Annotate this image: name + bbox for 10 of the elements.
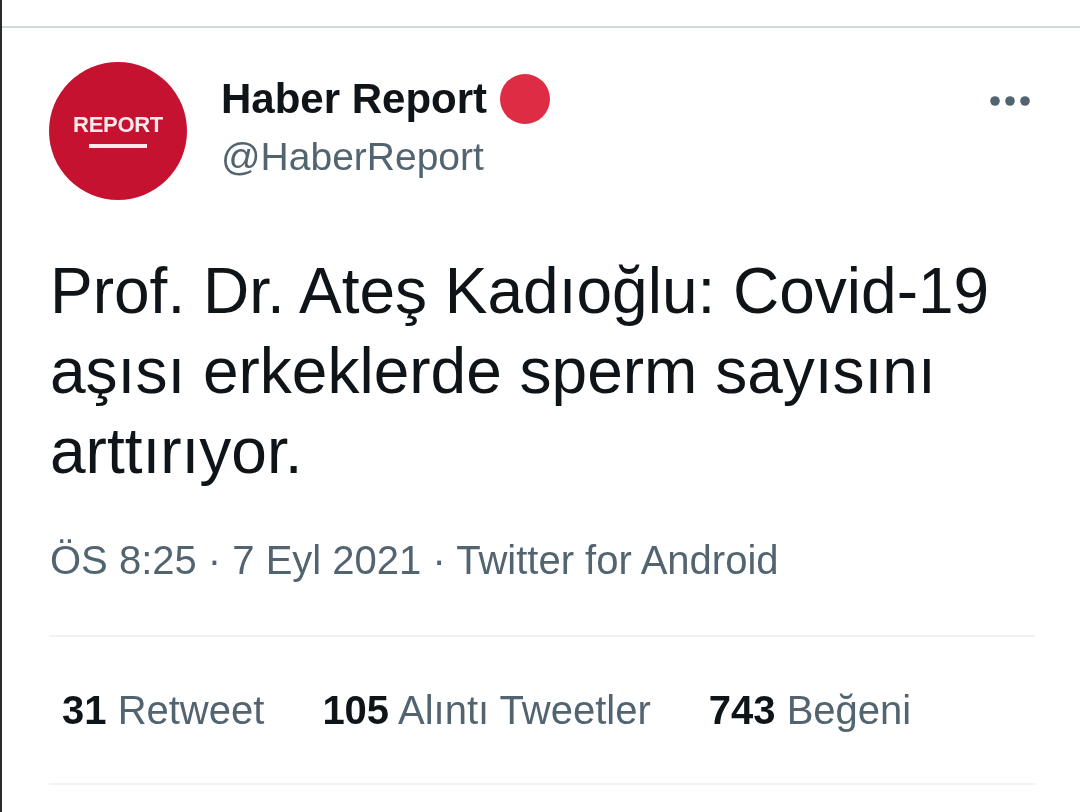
more-icon[interactable] <box>990 96 1030 106</box>
stat-link[interactable]: 743 Beğeni <box>708 686 912 734</box>
stat-link[interactable]: 105 Alıntı Tweetler <box>322 686 651 734</box>
author-handle[interactable]: @HaberReport <box>221 134 990 180</box>
tweet-text: Prof. Dr. Ateş Kadıoğlu: Covid-19 aşısı erkeklerde sperm sayısını arttırıyor. <box>50 254 991 489</box>
avatar-logo[interactable]: REPORT <box>49 62 187 200</box>
author-name[interactable]: Haber Report <box>221 75 488 123</box>
stat-link[interactable]: 31 Retweet <box>62 686 265 734</box>
tweet-timestamp: ÖS 8:25 · 7 Eyl 2021 · Twitter for Android <box>50 537 780 584</box>
dot-icon <box>500 74 551 124</box>
